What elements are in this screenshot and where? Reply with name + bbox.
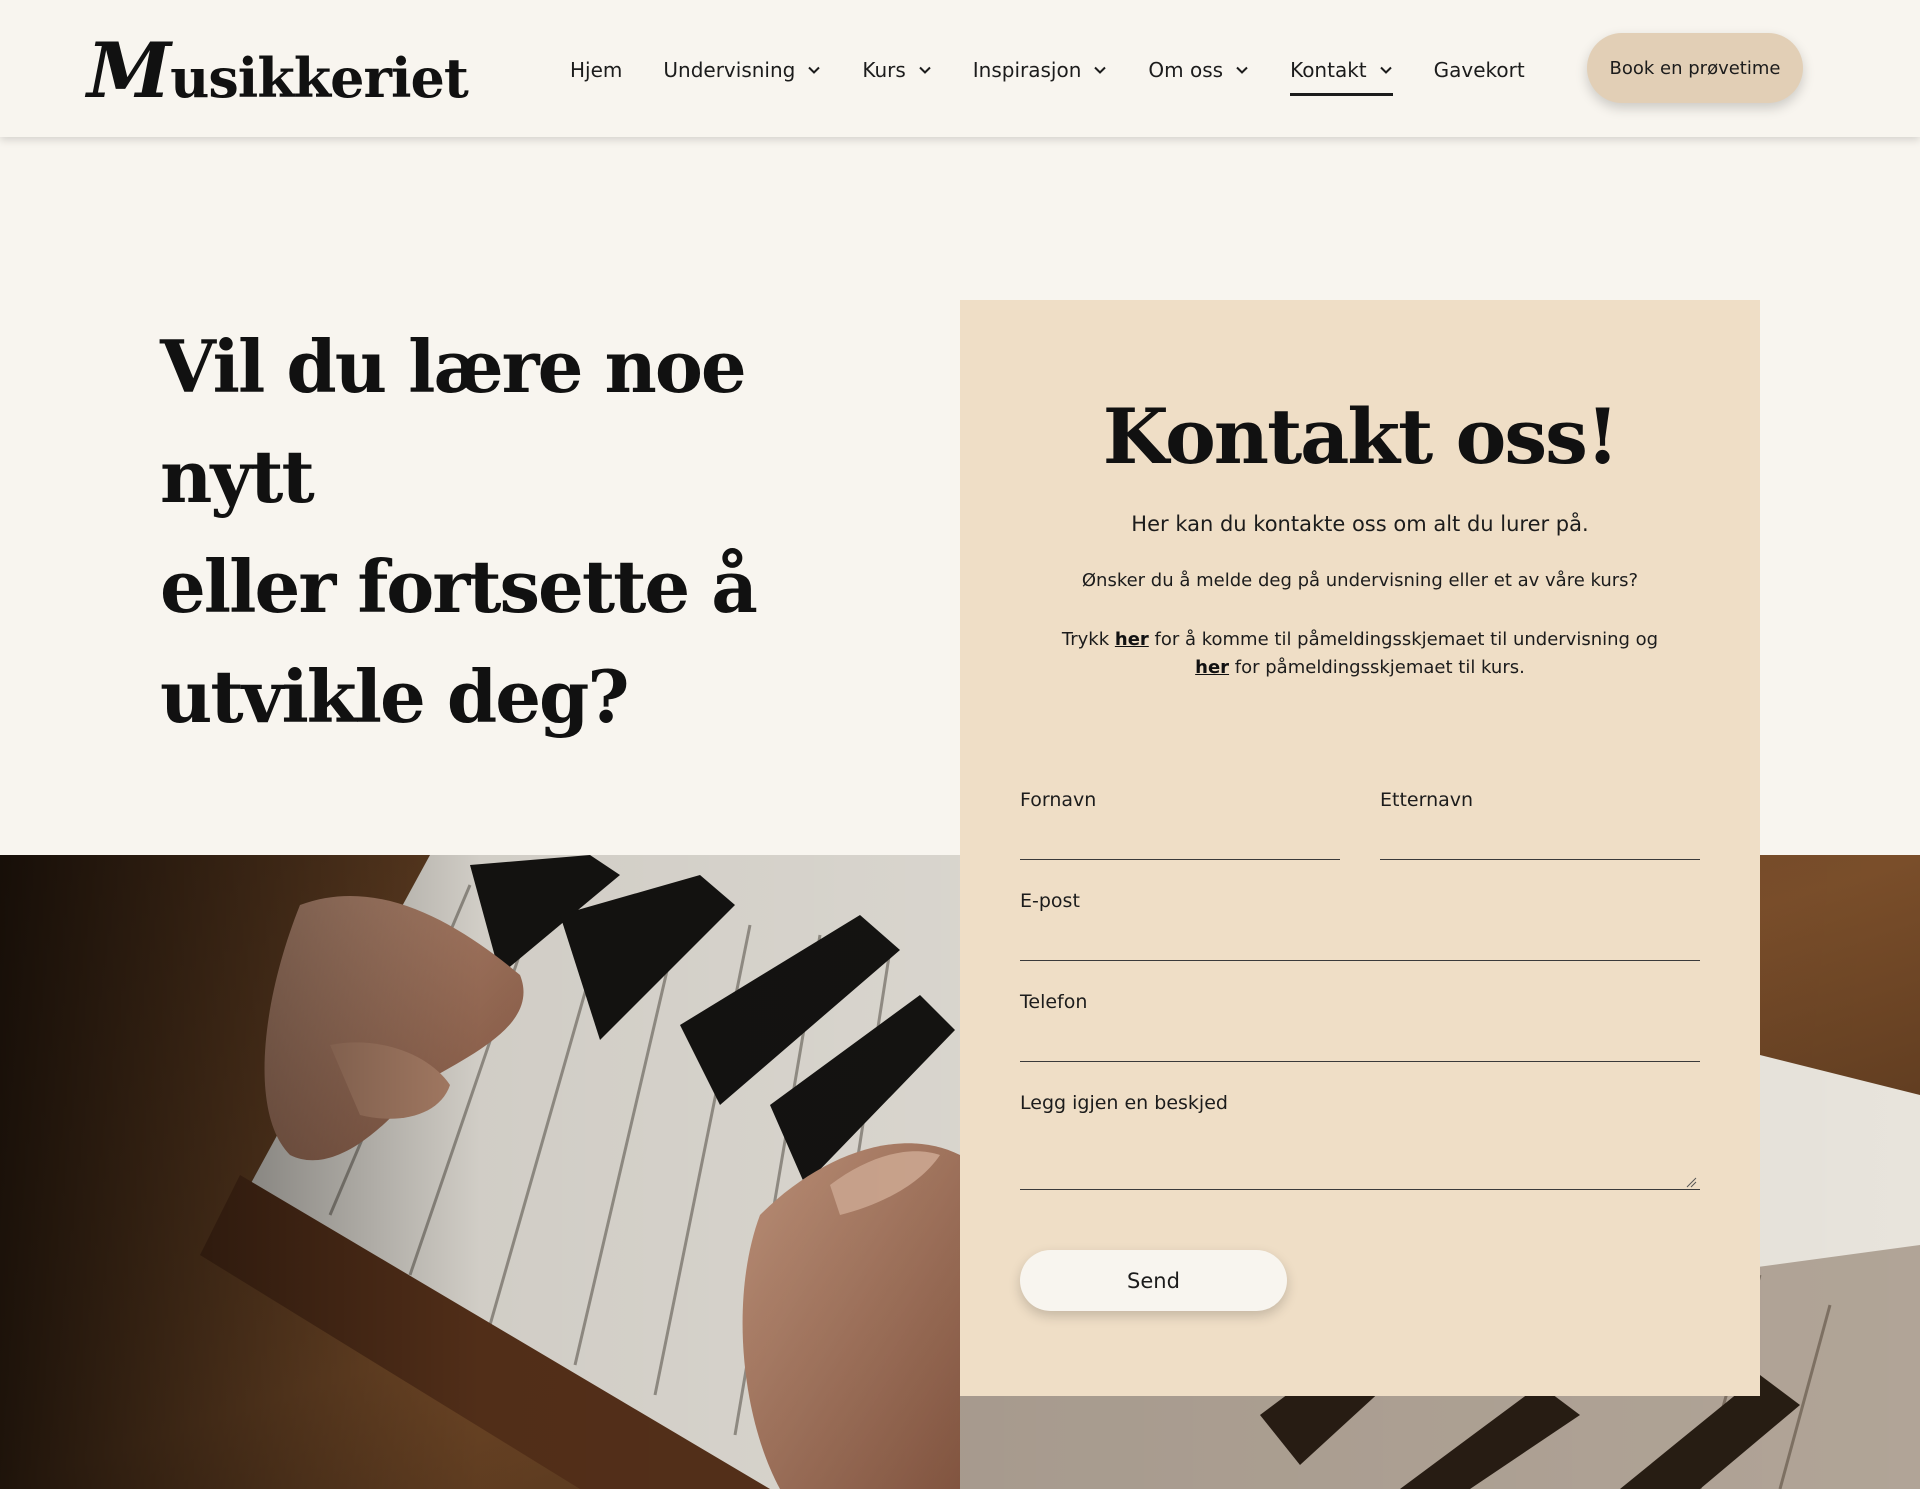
message-label: Legg igjen en beskjed (1020, 1092, 1228, 1114)
contact-card: Kontakt oss! Her kan du kontakte oss om … (960, 300, 1760, 1396)
nav-item-label: Kontakt (1290, 58, 1367, 82)
signup-question: Ønsker du å melde deg på undervisning el… (1081, 570, 1639, 591)
signup-links-text: Trykk her for å komme til påmeldingsskje… (1060, 626, 1660, 682)
send-button[interactable]: Send (1020, 1250, 1287, 1311)
email-label: E-post (1020, 890, 1080, 912)
phone-label: Telefon (1020, 991, 1088, 1013)
main-nav: Hjem Undervisning Kurs Inspirasjon Om os… (570, 44, 1566, 96)
chevron-down-icon (1094, 66, 1107, 74)
nav-item-label: Kurs (862, 58, 906, 82)
page-headline: Vil du lære noe nytt eller fortsette å u… (160, 312, 920, 752)
site-logo[interactable]: Musikkeriet (87, 26, 469, 123)
nav-item-label: Gavekort (1433, 58, 1525, 82)
nav-item-kontakt[interactable]: Kontakt (1290, 44, 1393, 96)
nav-item-kurs[interactable]: Kurs (862, 44, 931, 96)
nav-item-label: Undervisning (663, 58, 796, 82)
contact-subtitle: Her kan du kontakte oss om alt du lurer … (1131, 512, 1589, 536)
last-name-input[interactable] (1380, 820, 1700, 860)
chevron-down-icon (808, 66, 821, 74)
nav-item-label: Hjem (570, 58, 623, 82)
phone-input[interactable] (1020, 1022, 1700, 1062)
site-header: Musikkeriet Hjem Undervisning Kurs Inspi… (0, 0, 1920, 137)
teaching-signup-link[interactable]: her (1115, 629, 1149, 650)
contact-title: Kontakt oss! (1102, 392, 1620, 481)
nav-item-gavekort[interactable]: Gavekort (1434, 44, 1525, 96)
first-name-input[interactable] (1020, 820, 1340, 860)
signup-text-part: for å komme til påmeldingsskjemaet til u… (1148, 629, 1659, 650)
signup-text-part: Trykk (1061, 629, 1115, 650)
headline-line: Vil du lære noe nytt (160, 324, 747, 519)
email-input[interactable] (1020, 921, 1700, 961)
headline-line: utvikle deg? (160, 654, 630, 739)
last-name-label: Etternavn (1380, 789, 1474, 811)
nav-item-om-oss[interactable]: Om oss (1148, 44, 1249, 96)
chevron-down-icon (919, 66, 931, 74)
nav-item-label: Inspirasjon (972, 58, 1082, 82)
resize-grip-icon[interactable] (1685, 1176, 1697, 1188)
chevron-down-icon (1379, 66, 1392, 74)
chevron-down-icon (1236, 66, 1248, 74)
message-textarea[interactable] (1020, 1130, 1700, 1190)
nav-item-hjem[interactable]: Hjem (570, 44, 622, 96)
nav-item-undervisning[interactable]: Undervisning (663, 44, 821, 96)
headline-line: eller fortsette å (160, 544, 758, 629)
signup-text-part: for påmeldingsskjemaet til kurs. (1229, 657, 1525, 678)
nav-item-label: Om oss (1148, 58, 1224, 82)
book-trial-button[interactable]: Book en prøvetime (1587, 33, 1803, 103)
nav-item-inspirasjon[interactable]: Inspirasjon (973, 44, 1108, 96)
course-signup-link[interactable]: her (1195, 657, 1229, 678)
first-name-label: Fornavn (1020, 789, 1097, 811)
